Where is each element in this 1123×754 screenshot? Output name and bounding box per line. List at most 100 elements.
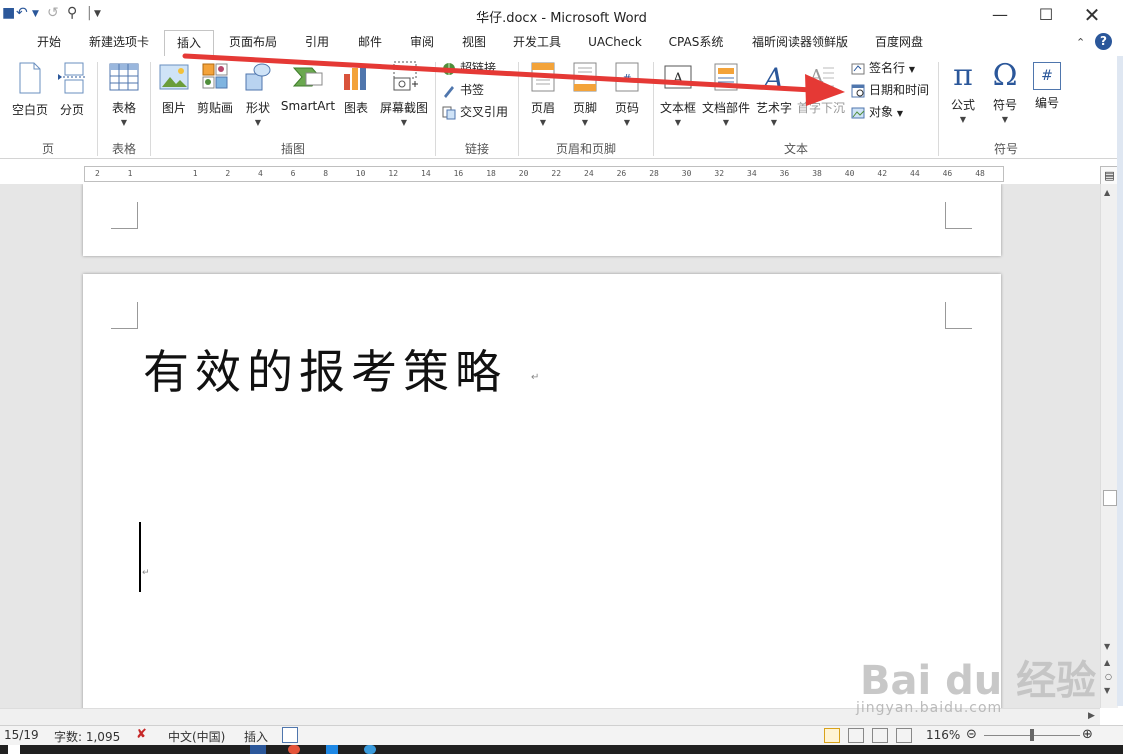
chart-button[interactable]: 图表 (338, 62, 374, 116)
scroll-thumb[interactable] (1103, 490, 1117, 506)
tab-mailings[interactable]: 邮件 (351, 30, 389, 55)
screenshot-button[interactable]: 屏幕截图 ▼ (376, 60, 432, 127)
ruler-tick-label: 26 (616, 169, 627, 178)
ruler-tick-label: 30 (681, 169, 692, 178)
object-label: 对象 (869, 105, 894, 119)
page-break-button[interactable]: 分页 (54, 62, 90, 118)
close-button[interactable]: ✕ (1069, 3, 1115, 27)
zoom-out-icon[interactable]: ⊝ (966, 727, 977, 742)
signature-line-button[interactable]: 签名行 ▼ (851, 58, 915, 78)
signature-line-label: 签名行 (869, 61, 906, 75)
table-button[interactable]: 表格 ▼ (104, 62, 144, 127)
proofing-icon[interactable]: ✘ (136, 727, 147, 742)
tab-new[interactable]: 新建选项卡 (83, 30, 155, 55)
ie-taskbar-icon[interactable] (364, 745, 376, 754)
hyperlink-button[interactable]: 超链接 (442, 58, 496, 78)
group-label-text: 文本 (783, 142, 808, 156)
bookmark-button[interactable]: 书签 (442, 80, 484, 100)
help-icon[interactable]: ? (1095, 33, 1112, 50)
scroll-up-icon[interactable]: ▲ (1104, 188, 1110, 197)
zoom-level[interactable]: 116% (926, 728, 960, 742)
zoom-in-icon[interactable]: ⊕ (1082, 727, 1093, 742)
maximize-button[interactable]: ☐ (1023, 3, 1069, 27)
chart-label: 图表 (343, 101, 368, 115)
quickparts-button[interactable]: 文档部件 ▼ (700, 62, 752, 127)
header-button[interactable]: 页眉 ▼ (524, 62, 562, 127)
paragraph-mark-icon: ↵ (142, 568, 150, 578)
document-heading[interactable]: 有效的报考策略 (143, 336, 507, 402)
ruler-tick-label: 6 (290, 169, 296, 178)
tab-review[interactable]: 审阅 (403, 30, 441, 55)
collapse-ribbon-icon[interactable]: ⌃ (1076, 36, 1085, 49)
smartart-button[interactable]: SmartArt (280, 62, 336, 113)
ruler-tick-label: 2 (95, 169, 100, 178)
blank-page-label: 空白页 (11, 103, 48, 117)
tab-uacheck[interactable]: UACheck (583, 30, 647, 55)
blank-page-button[interactable]: 空白页 (8, 62, 52, 118)
start-icon[interactable] (8, 745, 20, 754)
tab-view[interactable]: 视图 (455, 30, 493, 55)
tab-home[interactable]: 开始 (30, 30, 68, 55)
wordart-button[interactable]: A 艺术字 ▼ (754, 62, 794, 127)
scroll-down-icon[interactable]: ▼ (1104, 642, 1110, 651)
ruler-tick-label: 1 (127, 169, 133, 178)
header-label: 页眉 (530, 101, 555, 115)
word-count[interactable]: 字数: 1,095 (54, 728, 120, 745)
word-taskbar-icon[interactable] (250, 745, 266, 754)
ruler-tick-label: 44 (910, 169, 920, 178)
ruler-tick-label: 16 (453, 169, 464, 178)
ruler-tick-label: 2 (225, 169, 231, 178)
clipart-icon (202, 63, 228, 89)
full-screen-view-icon[interactable] (848, 728, 864, 743)
tab-developer[interactable]: 开发工具 (508, 30, 566, 55)
picture-button[interactable]: 图片 (156, 62, 192, 116)
print-layout-view-icon[interactable] (824, 728, 840, 743)
web-layout-view-icon[interactable] (872, 728, 888, 743)
page-number-button[interactable]: # 页码 ▼ (608, 62, 646, 127)
ruler-tick-label: 38 (812, 169, 822, 178)
previous-page-icon[interactable]: ▲ (1104, 658, 1110, 667)
symbol-button[interactable]: Ω 符号 ▼ (986, 60, 1024, 125)
dropcap-button[interactable]: A 首字下沉 (796, 62, 846, 116)
quickparts-label: 文档部件 (701, 101, 750, 115)
scroll-right-icon[interactable]: ▶ (1088, 711, 1095, 721)
vertical-scrollbar[interactable]: ▲ ▼ ▲ ○ ▼ (1100, 184, 1118, 708)
cross-reference-button[interactable]: 交叉引用 (442, 102, 508, 122)
clipart-button[interactable]: 剪贴画 (194, 62, 236, 116)
tab-cpas[interactable]: CPAS系统 (664, 30, 728, 55)
insert-mode-indicator[interactable]: 插入 (244, 728, 268, 745)
tab-baidu-netdisk[interactable]: 百度网盘 (870, 30, 928, 55)
tab-references[interactable]: 引用 (298, 30, 336, 55)
hash-icon: # (1033, 62, 1061, 90)
store-taskbar-icon[interactable] (326, 745, 338, 754)
language-indicator[interactable]: 中文(中国) (168, 728, 225, 745)
table-dropdown-icon: ▼ (120, 118, 128, 127)
outline-view-icon[interactable] (896, 728, 912, 743)
tab-foxit[interactable]: 福昕阅读器领鲜版 (744, 30, 856, 55)
textbox-button[interactable]: A 文本框 ▼ (658, 62, 698, 127)
tab-insert[interactable]: 插入 (164, 30, 214, 57)
object-button[interactable]: 对象 ▼ (851, 102, 903, 122)
next-page-icon[interactable]: ▼ (1104, 686, 1110, 695)
date-time-label: 日期和时间 (869, 83, 930, 97)
wordart-dropdown-icon: ▼ (770, 118, 778, 127)
date-time-button[interactable]: 日期和时间 (851, 80, 929, 100)
cross-reference-label: 交叉引用 (460, 105, 509, 119)
macro-record-icon[interactable] (282, 727, 298, 743)
chrome-taskbar-icon[interactable] (288, 745, 300, 754)
watermark-url: jingyan.baidu.com (856, 700, 1003, 716)
zoom-slider-thumb[interactable] (1030, 729, 1034, 741)
shapes-button[interactable]: 形状 ▼ (240, 62, 276, 127)
svg-text:A: A (672, 71, 684, 87)
numbering-button[interactable]: # 编号 (1028, 62, 1066, 111)
previous-page (83, 184, 1001, 256)
equation-button[interactable]: π 公式 ▼ (944, 60, 982, 125)
browse-object-icon[interactable]: ○ (1105, 672, 1112, 681)
horizontal-ruler[interactable]: 2 1 1 2 4 6 8 10 12 14 16 18 20 22 24 26 28 30 32 34 36 38 40 4… (84, 166, 1004, 182)
minimize-button[interactable]: — (977, 3, 1023, 27)
tab-page-layout[interactable]: 页面布局 (224, 30, 282, 55)
footer-button[interactable]: 页脚 ▼ (566, 62, 604, 127)
signature-line-icon (851, 63, 865, 74)
page-count[interactable]: 15/19 (4, 728, 39, 742)
symbol-label: 符号 (992, 98, 1017, 112)
